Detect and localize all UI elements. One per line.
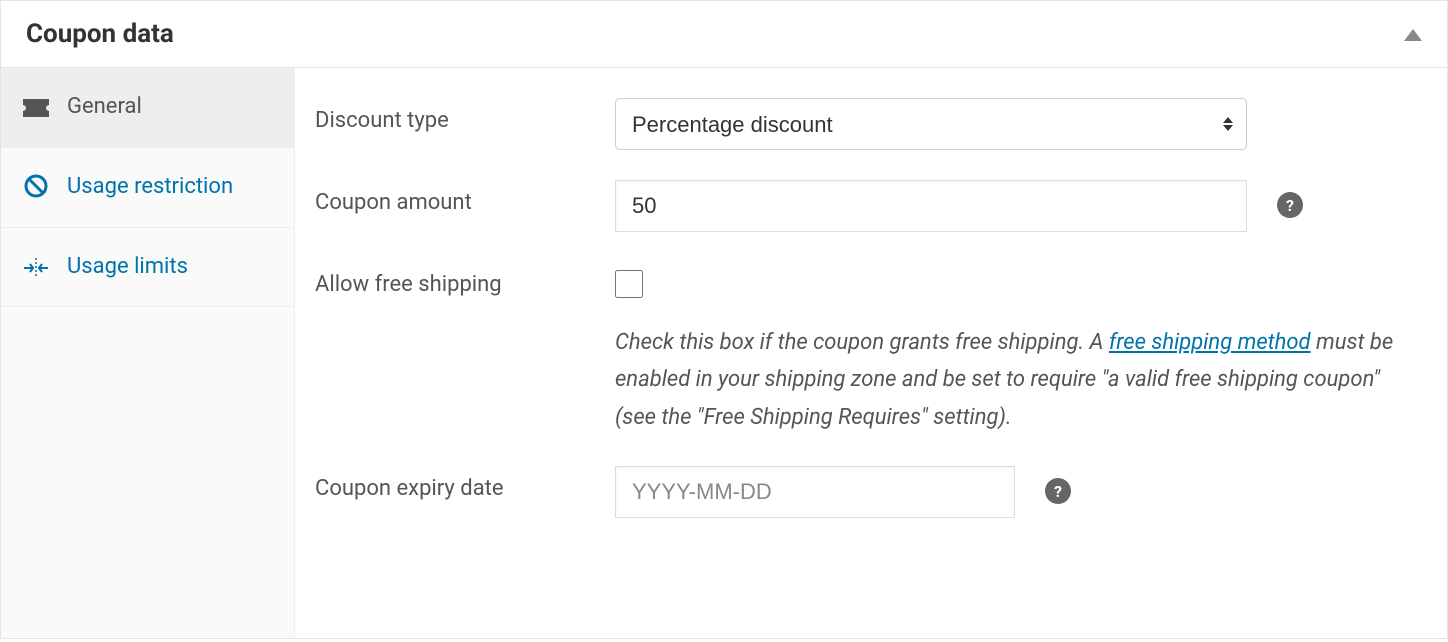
row-expiry-date: Coupon expiry date ? — [315, 466, 1417, 518]
sidebar-item-usage-restriction[interactable]: Usage restriction — [1, 148, 294, 228]
panel-body: General Usage restriction — [1, 68, 1447, 638]
content-area: Discount type Percentage discount Coupon — [295, 68, 1447, 638]
ticket-icon — [21, 99, 51, 117]
discount-type-select[interactable]: Percentage discount — [615, 98, 1247, 150]
sidebar-item-label: Usage restriction — [67, 172, 233, 203]
label-free-shipping: Allow free shipping — [315, 262, 615, 297]
coupon-data-panel: Coupon data General — [0, 0, 1448, 639]
label-expiry-date: Coupon expiry date — [315, 466, 615, 501]
free-shipping-description: Check this box if the coupon grants free… — [615, 324, 1405, 436]
coupon-amount-input[interactable] — [615, 180, 1247, 232]
label-discount-type: Discount type — [315, 98, 615, 133]
panel-header: Coupon data — [1, 1, 1447, 68]
help-icon[interactable]: ? — [1045, 478, 1071, 504]
sidebar-item-label: General — [67, 92, 142, 123]
expiry-date-input[interactable] — [615, 466, 1015, 518]
row-coupon-amount: Coupon amount ? — [315, 180, 1417, 232]
panel-title: Coupon data — [26, 19, 174, 49]
help-icon[interactable]: ? — [1277, 192, 1303, 218]
no-entry-icon — [21, 174, 51, 198]
row-free-shipping: Allow free shipping Check this box if th… — [315, 262, 1417, 436]
collapse-toggle[interactable] — [1404, 22, 1422, 47]
label-coupon-amount: Coupon amount — [315, 180, 615, 215]
free-shipping-method-link[interactable]: free shipping method — [1109, 330, 1311, 355]
free-shipping-checkbox[interactable] — [615, 270, 643, 298]
contract-icon — [21, 258, 51, 278]
sidebar-item-usage-limits[interactable]: Usage limits — [1, 228, 294, 308]
sidebar: General Usage restriction — [1, 68, 295, 638]
row-discount-type: Discount type Percentage discount — [315, 98, 1417, 150]
sidebar-item-label: Usage limits — [67, 252, 188, 283]
chevron-up-icon — [1404, 29, 1422, 41]
sidebar-item-general[interactable]: General — [1, 68, 294, 148]
